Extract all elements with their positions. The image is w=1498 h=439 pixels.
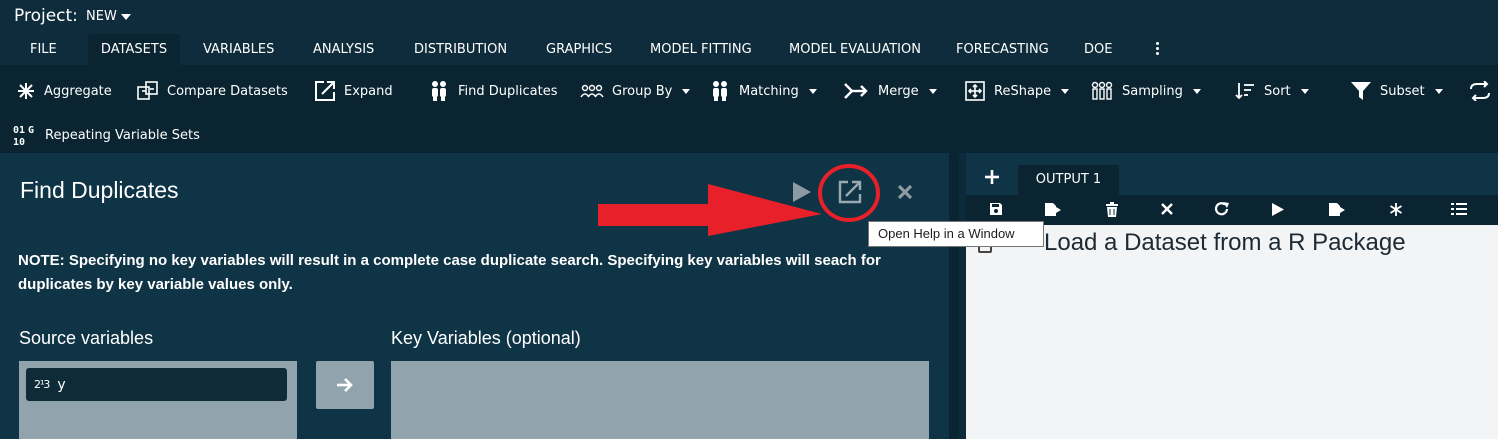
compare-datasets-button[interactable]: Compare Datasets	[137, 78, 288, 104]
list-icon[interactable]	[1451, 202, 1467, 216]
arrow-right-icon	[337, 378, 353, 392]
sort-label: Sort	[1264, 83, 1291, 99]
close-icon[interactable]	[896, 183, 914, 201]
find-duplicates-dialog: Find Duplicates NOTE: Specifying no key …	[0, 153, 949, 439]
chevron-down-icon	[928, 88, 937, 94]
chevron-down-icon	[1061, 88, 1070, 94]
tab-analysis[interactable]: ANALYSIS	[303, 34, 384, 65]
matching-label: Matching	[739, 83, 799, 99]
open-help-window-icon[interactable]	[838, 180, 862, 204]
list-item[interactable]: 2¹3 y	[26, 368, 287, 401]
aggregate-button[interactable]: Aggregate	[16, 78, 112, 104]
move-to-key-button[interactable]	[316, 361, 374, 409]
output-toolbar	[966, 195, 1498, 225]
reshape-icon	[965, 81, 985, 101]
source-variables-list[interactable]: 2¹3 y	[19, 361, 297, 439]
transpose-icon	[1470, 81, 1490, 101]
datasets-toolbar: Aggregate Compare Datasets Expand Find D…	[0, 65, 1498, 153]
export-icon[interactable]	[1044, 202, 1062, 217]
binary-icon: 01 G10	[13, 125, 34, 147]
project-label: Project:	[14, 6, 78, 26]
aggregate-label: Aggregate	[44, 83, 112, 99]
chevron-down-icon	[682, 88, 691, 94]
chevron-down-icon	[120, 13, 131, 20]
tab-output-1[interactable]: OUTPUT 1	[1018, 165, 1119, 195]
save-icon[interactable]	[989, 202, 1003, 216]
output-content: Load a Dataset from a R Package	[966, 225, 1498, 439]
help-tooltip: Open Help in a Window	[868, 221, 1044, 247]
sampling-button[interactable]: Sampling	[1090, 78, 1201, 104]
tab-file[interactable]: FILE	[20, 34, 67, 65]
output-heading: Load a Dataset from a R Package	[1044, 229, 1406, 256]
find-duplicates-button[interactable]: Find Duplicates	[428, 78, 557, 104]
numeric-variable-icon: 2¹3	[34, 378, 50, 391]
dialog-title: Find Duplicates	[20, 177, 179, 203]
svg-text:10: 10	[13, 137, 25, 147]
expand-icon	[315, 81, 335, 101]
tab-graphics[interactable]: GRAPHICS	[536, 34, 622, 65]
tab-model-evaluation[interactable]: MODEL EVALUATION	[779, 34, 931, 65]
svg-text:01: 01	[13, 125, 25, 136]
compare-label: Compare Datasets	[167, 83, 288, 99]
tab-doe[interactable]: DOE	[1074, 34, 1122, 65]
expand-button[interactable]: Expand	[314, 78, 393, 104]
chevron-down-icon	[1300, 88, 1309, 94]
project-bar: Project: NEW	[0, 0, 1498, 34]
add-tab-icon[interactable]	[984, 169, 1000, 185]
merge-label: Merge	[878, 83, 919, 99]
run-output-icon[interactable]	[1271, 202, 1285, 217]
expand-label: Expand	[344, 83, 393, 99]
filter-icon	[1351, 82, 1371, 100]
tab-forecasting[interactable]: FORECASTING	[946, 34, 1059, 65]
tab-variables[interactable]: VARIABLES	[193, 34, 284, 65]
sort-button[interactable]: Sort	[1234, 78, 1309, 104]
key-variables-label: Key Variables (optional)	[391, 328, 581, 348]
key-variables-list[interactable]	[391, 361, 929, 439]
subset-button[interactable]: Subset	[1350, 78, 1443, 104]
project-name: NEW	[86, 9, 117, 24]
matching-button[interactable]: Matching	[709, 78, 817, 104]
refresh-icon[interactable]	[1214, 202, 1230, 217]
sort-icon	[1235, 83, 1254, 100]
svg-text:G: G	[28, 125, 34, 136]
snowflake-icon[interactable]	[1389, 202, 1403, 217]
sampling-icon	[1091, 81, 1113, 100]
repeating-variable-sets-button[interactable]: 01 G 10 Repeating Variable Sets	[13, 122, 200, 148]
subset-label: Subset	[1380, 83, 1425, 99]
source-variables-label: Source variables	[19, 328, 154, 348]
merge-button[interactable]: Merge	[844, 78, 937, 104]
find-duplicates-label: Find Duplicates	[458, 83, 558, 99]
transpose-button[interactable]	[1468, 78, 1492, 104]
tab-datasets[interactable]: DATASETS	[88, 34, 180, 65]
sampling-label: Sampling	[1122, 83, 1183, 99]
find-duplicates-icon	[432, 81, 446, 101]
tab-model-fitting[interactable]: MODEL FITTING	[640, 34, 762, 65]
matching-icon	[713, 81, 727, 101]
merge-icon	[844, 83, 868, 99]
variable-name: y	[57, 376, 66, 393]
reshape-label: ReShape	[994, 83, 1052, 99]
clear-icon[interactable]	[1160, 202, 1174, 216]
main-menu-tabs: FILE DATASETS VARIABLES ANALYSIS DISTRIB…	[0, 34, 1498, 65]
chevron-down-icon	[1192, 88, 1201, 94]
more-menu-icon[interactable]	[1152, 42, 1162, 58]
output-panel: OUTPUT 1 Load a Dataset from a R Package	[966, 153, 1498, 439]
compare-icon	[137, 81, 158, 100]
trash-icon[interactable]	[1105, 202, 1119, 217]
group-by-button[interactable]: Group By	[580, 78, 691, 104]
group-by-label: Group By	[612, 83, 673, 99]
run-icon[interactable]	[791, 180, 813, 204]
reshape-button[interactable]: ReShape	[964, 78, 1070, 104]
aggregate-icon	[18, 83, 34, 99]
chevron-down-icon	[1434, 88, 1443, 94]
repeating-variable-sets-label: Repeating Variable Sets	[45, 127, 200, 143]
group-by-icon	[580, 84, 604, 98]
export-script-icon[interactable]	[1328, 202, 1346, 217]
panel-divider-line	[959, 153, 966, 439]
project-selector[interactable]: NEW	[86, 9, 131, 24]
chevron-down-icon	[808, 88, 817, 94]
tab-distribution[interactable]: DISTRIBUTION	[404, 34, 517, 65]
dialog-note: NOTE: Specifying no key variables will r…	[18, 252, 881, 293]
